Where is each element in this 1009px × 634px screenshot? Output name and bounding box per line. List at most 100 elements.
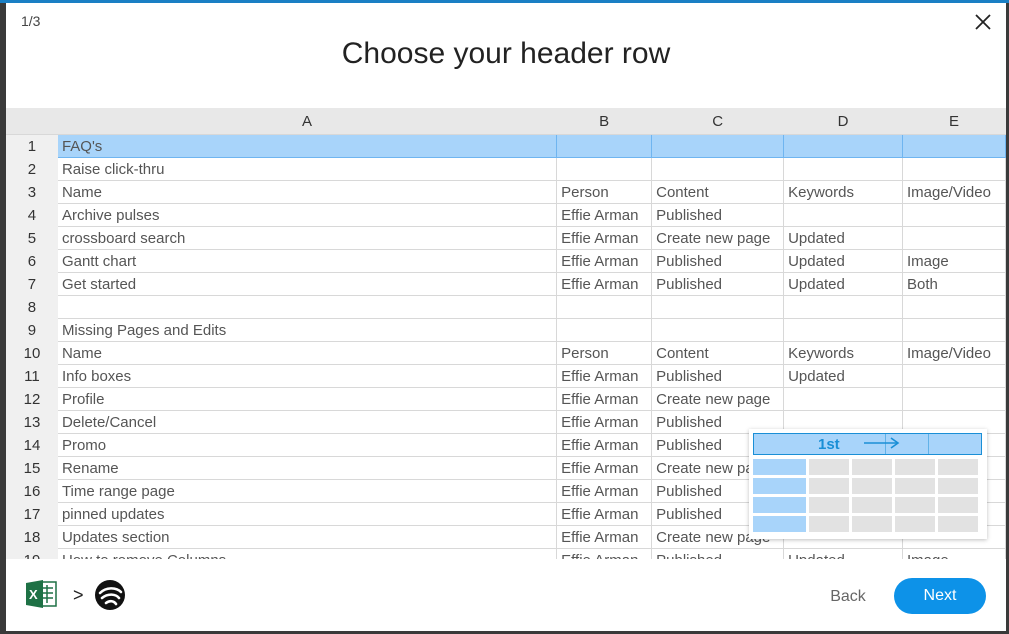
cell-b bbox=[556, 295, 653, 319]
table-row[interactable]: 7 Get started Effie Arman Published Updated B… bbox=[6, 272, 1006, 296]
close-button[interactable] bbox=[972, 11, 994, 33]
cell-d bbox=[783, 157, 903, 181]
cell-d: Updated bbox=[783, 548, 903, 559]
app-logo-icon bbox=[95, 580, 125, 610]
table-row[interactable]: 12 Profile Effie Arman Create new page bbox=[6, 387, 1006, 411]
cell-c bbox=[651, 295, 785, 319]
cell-b: Effie Arman bbox=[556, 525, 653, 549]
row-number[interactable]: 12 bbox=[6, 387, 58, 411]
table-row[interactable]: 1 FAQ's bbox=[6, 134, 1006, 158]
cell-a: Info boxes bbox=[56, 364, 558, 388]
row-number[interactable]: 4 bbox=[6, 203, 58, 227]
close-icon bbox=[975, 14, 991, 30]
cell-a: Name bbox=[56, 180, 558, 204]
illustration-cell bbox=[938, 497, 978, 513]
cell-e: Image bbox=[901, 249, 1006, 273]
header-row-illustration: 1st bbox=[749, 429, 987, 539]
table-row[interactable]: 2 Raise click-thru bbox=[6, 157, 1006, 181]
cell-b: Person bbox=[556, 180, 653, 204]
cell-e bbox=[901, 364, 1006, 388]
row-number[interactable]: 14 bbox=[6, 433, 58, 457]
column-header-b: B bbox=[556, 108, 653, 135]
illustration-cell bbox=[809, 516, 849, 532]
cell-b: Effie Arman bbox=[556, 410, 653, 434]
table-row[interactable]: 8 bbox=[6, 295, 1006, 319]
table-row[interactable]: 4 Archive pulses Effie Arman Published bbox=[6, 203, 1006, 227]
chevron-right-icon: > bbox=[73, 585, 84, 605]
cell-e: Image/Video bbox=[901, 180, 1006, 204]
table-row[interactable]: 3 Name Person Content Keywords Image/Video bbox=[6, 180, 1006, 204]
dialog-title: Choose your header row bbox=[341, 37, 671, 70]
cell-b: Effie Arman bbox=[556, 456, 653, 480]
cell-b: Effie Arman bbox=[556, 502, 653, 526]
table-row[interactable]: 6 Gantt chart Effie Arman Published Updated I… bbox=[6, 249, 1006, 273]
cell-a: Gantt chart bbox=[56, 249, 558, 273]
next-button[interactable]: Next bbox=[894, 578, 986, 614]
row-number[interactable]: 9 bbox=[6, 318, 58, 342]
cell-a: Get started bbox=[56, 272, 558, 296]
column-header-row: A B C D E bbox=[6, 108, 1006, 135]
cell-c: Published bbox=[651, 203, 785, 227]
cell-e bbox=[901, 295, 1006, 319]
illustration-cell bbox=[895, 459, 935, 475]
illustration-cell bbox=[753, 516, 806, 532]
cell-b bbox=[556, 134, 653, 158]
row-number[interactable]: 13 bbox=[6, 410, 58, 434]
illustration-cell bbox=[895, 497, 935, 513]
row-number[interactable]: 11 bbox=[6, 364, 58, 388]
corner-cell bbox=[6, 108, 58, 135]
table-row[interactable]: 19How to remove ColumnsEffie ArmanPublis… bbox=[6, 548, 1006, 559]
cell-e: Image/Video bbox=[901, 341, 1006, 365]
illustration-cell bbox=[852, 497, 892, 513]
column-header-e: E bbox=[901, 108, 1006, 135]
row-number[interactable]: 7 bbox=[6, 272, 58, 296]
row-number[interactable]: 17 bbox=[6, 502, 58, 526]
cell-d: Keywords bbox=[783, 180, 903, 204]
cell-a: FAQ's bbox=[56, 134, 558, 158]
cell-e bbox=[901, 157, 1006, 181]
cell-c: Create new page bbox=[651, 226, 785, 250]
back-button[interactable]: Back bbox=[818, 579, 878, 615]
cell-d bbox=[783, 318, 903, 342]
column-header-a: A bbox=[56, 108, 558, 135]
table-row[interactable]: 10 Name Person Content Keywords Image/Video bbox=[6, 341, 1006, 365]
cell-b: Effie Arman bbox=[556, 249, 653, 273]
cell-d: Updated bbox=[783, 226, 903, 250]
cell-a: Promo bbox=[56, 433, 558, 457]
table-row[interactable]: 11 Info boxes Effie Arman Published Updated bbox=[6, 364, 1006, 388]
cell-e bbox=[901, 134, 1006, 158]
cell-a bbox=[56, 295, 558, 319]
row-number[interactable]: 6 bbox=[6, 249, 58, 273]
row-number[interactable]: 19 bbox=[6, 548, 58, 559]
illustration-cell bbox=[938, 478, 978, 494]
row-number[interactable]: 2 bbox=[6, 157, 58, 181]
cell-b: Person bbox=[556, 341, 653, 365]
cell-b: Effie Arman bbox=[556, 479, 653, 503]
illustration-cell bbox=[852, 478, 892, 494]
arrow-right-icon bbox=[864, 437, 900, 449]
illustration-cell bbox=[753, 497, 806, 513]
row-number[interactable]: 8 bbox=[6, 295, 58, 319]
cell-d: Updated bbox=[783, 364, 903, 388]
row-number[interactable]: 5 bbox=[6, 226, 58, 250]
cell-d bbox=[783, 134, 903, 158]
row-number[interactable]: 18 bbox=[6, 525, 58, 549]
row-number[interactable]: 1 bbox=[6, 134, 58, 158]
row-number[interactable]: 16 bbox=[6, 479, 58, 503]
illustration-cell bbox=[895, 478, 935, 494]
cell-a: crossboard search bbox=[56, 226, 558, 250]
table-row[interactable]: 9 Missing Pages and Edits bbox=[6, 318, 1006, 342]
cell-e bbox=[901, 203, 1006, 227]
cell-c: Create new page bbox=[651, 387, 785, 411]
table-row[interactable]: 5 crossboard search Effie Arman Create new … bbox=[6, 226, 1006, 250]
cell-a: Raise click-thru bbox=[56, 157, 558, 181]
cell-e bbox=[901, 226, 1006, 250]
row-number[interactable]: 10 bbox=[6, 341, 58, 365]
cell-e bbox=[901, 318, 1006, 342]
cell-d: Keywords bbox=[783, 341, 903, 365]
cell-a: Updates section bbox=[56, 525, 558, 549]
cell-c: Content bbox=[651, 180, 785, 204]
cell-b: Effie Arman bbox=[556, 433, 653, 457]
row-number[interactable]: 15 bbox=[6, 456, 58, 480]
row-number[interactable]: 3 bbox=[6, 180, 58, 204]
